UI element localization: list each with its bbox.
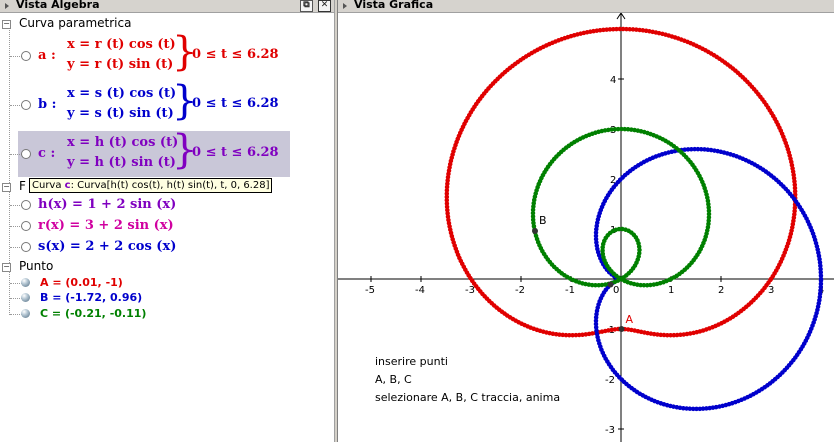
tree-line	[9, 271, 10, 315]
point-b-value: B = (-1.72, 0.96)	[40, 291, 143, 304]
visibility-toggle-a[interactable]	[21, 51, 31, 61]
close-icon[interactable]: ✕	[318, 0, 331, 12]
function-h: h(x) = 1 + 2 sin (x)	[38, 197, 177, 212]
point-c	[607, 281, 614, 288]
curve-c-x: x = h (t) cos (t)	[67, 135, 179, 150]
axes: -5 -4 -3 -2 -1 0 1 2 3 44321-1-2-3	[338, 13, 834, 442]
point-b	[532, 228, 538, 234]
visibility-toggle-h[interactable]	[21, 200, 31, 210]
graphics-titlebar[interactable]: Vista Grafica	[338, 0, 834, 13]
x-tick-label: 3	[768, 285, 774, 296]
group-functions-label: F	[19, 179, 26, 193]
point-c-value: C = (-0.21, -0.11)	[40, 307, 147, 320]
curve-a-range: 0 ≤ t ≤ 6.28	[192, 47, 279, 62]
visibility-toggle-s[interactable]	[21, 242, 31, 252]
x-tick-label: -2	[515, 285, 525, 296]
x-tick-label: -1	[565, 285, 575, 296]
x-tick-label: 2	[718, 285, 724, 296]
point-b-visibility-icon[interactable]	[21, 293, 30, 302]
tree-line	[9, 27, 10, 277]
point-b-label: B	[539, 214, 547, 227]
note-line-3: selezionare A, B, C traccia, anima	[375, 391, 561, 404]
x-tick-label: -4	[415, 285, 425, 296]
collapse-triangle-icon[interactable]	[5, 3, 9, 9]
visibility-toggle-r[interactable]	[21, 221, 31, 231]
visibility-toggle-c[interactable]	[21, 149, 31, 159]
function-r: r(x) = 3 + 2 sin (x)	[38, 218, 174, 233]
x-tick-label: -5	[365, 285, 375, 296]
graphics-view: Vista Grafica -5 -4 -3 -2 -1 0 1 2 3 4 4 3 2 1 -1 -2 -3 …	[338, 0, 834, 442]
curve-b-name: b :	[38, 97, 57, 112]
collapse-toggle-icon[interactable]: −	[2, 183, 11, 192]
undock-icon[interactable]: ⧉	[300, 0, 313, 12]
group-points-label: Punto	[19, 259, 54, 273]
x-tick-label: 1	[668, 285, 674, 296]
visibility-toggle-b[interactable]	[21, 100, 31, 110]
point-a-visibility-icon[interactable]	[21, 278, 30, 287]
collapse-triangle-icon[interactable]	[343, 3, 347, 9]
collapse-toggle-icon[interactable]: −	[2, 20, 11, 29]
y-tick-label: 4	[610, 75, 616, 86]
point-a	[618, 326, 625, 332]
point-a-label: A	[626, 313, 634, 326]
group-curves-label: Curva parametrica	[19, 16, 132, 30]
curve-a-y: y = r (t) sin (t)	[67, 57, 174, 72]
curve-b-y: y = s (t) sin (t)	[67, 106, 174, 121]
algebra-title: Vista Algebra	[16, 0, 100, 11]
function-s: s(x) = 2 + 2 cos (x)	[38, 239, 177, 254]
curve-c-range: 0 ≤ t ≤ 6.28	[192, 145, 279, 160]
y-tick-label: -2	[605, 375, 615, 386]
x-tick-label: 0	[613, 285, 619, 296]
point-a-value: A = (0.01, -1)	[40, 276, 123, 289]
x-tick-label: -3	[465, 285, 475, 296]
curve-b-range: 0 ≤ t ≤ 6.28	[192, 96, 279, 111]
note-line-2: A, B, C	[375, 373, 412, 386]
curves	[444, 26, 824, 412]
note-line-1: inserire punti	[375, 355, 448, 368]
algebra-titlebar[interactable]: Vista Algebra ⧉ ✕	[0, 0, 334, 13]
curve-a-name: a :	[38, 48, 56, 63]
algebra-view: Vista Algebra ⧉ ✕ − Curva parametrica a …	[0, 0, 334, 442]
y-tick-label: -3	[605, 425, 615, 436]
graphics-title: Vista Grafica	[354, 0, 434, 11]
curve-a-x: x = r (t) cos (t)	[67, 37, 176, 52]
graphics-canvas[interactable]: -5 -4 -3 -2 -1 0 1 2 3 44321-1-2-3 AB	[338, 13, 834, 442]
point-c-visibility-icon[interactable]	[21, 309, 30, 318]
points[interactable]: AB	[532, 214, 634, 332]
curve-c-name: c :	[38, 146, 56, 161]
tooltip: Curva c: Curva[h(t) cos(t), h(t) sin(t),…	[29, 178, 273, 193]
curve-b-x: x = s (t) cos (t)	[67, 86, 177, 101]
curve-c-y: y = h (t) sin (t)	[67, 155, 176, 170]
